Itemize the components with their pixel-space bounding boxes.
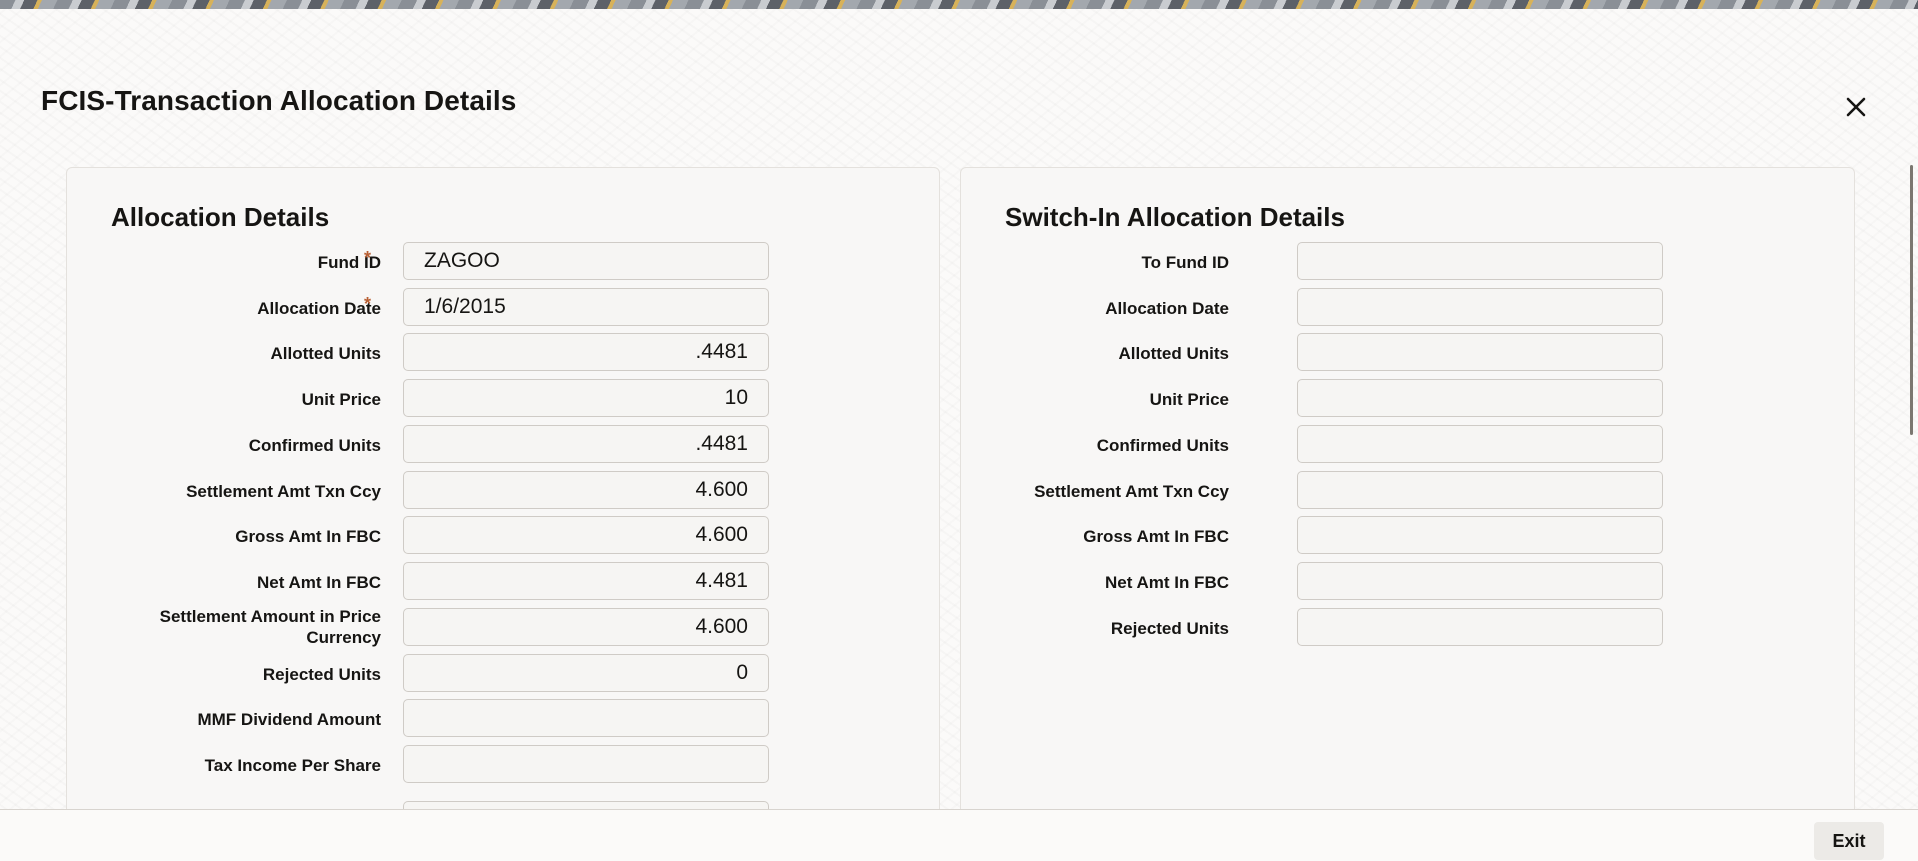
- allocation-date-field[interactable]: 1/6/2015: [403, 288, 769, 326]
- allotted-units-row: Allotted Units .4481: [67, 333, 941, 371]
- vertical-scrollbar[interactable]: [1910, 165, 1913, 435]
- fund-id-field[interactable]: ZAGOO: [403, 242, 769, 280]
- switch-unit-price-field[interactable]: [1297, 379, 1663, 417]
- settlement-amount-price-ccy-field[interactable]: 4.600: [403, 608, 769, 646]
- allocation-details-title: Allocation Details: [111, 202, 330, 232]
- settlement-amt-txn-ccy-label: Settlement Amt Txn Ccy: [186, 482, 381, 501]
- settlement-amount-price-ccy-row: Settlement Amount in Price Currency 4.60…: [67, 607, 941, 647]
- gross-amt-fbc-field[interactable]: 4.600: [403, 516, 769, 554]
- switch-allotted-units-field[interactable]: [1297, 333, 1663, 371]
- gross-amt-fbc-row: Gross Amt In FBC 4.600: [67, 516, 941, 554]
- switch-settlement-amt-txn-ccy-field[interactable]: [1297, 471, 1663, 509]
- net-amt-fbc-row: Net Amt In FBC 4.481: [67, 562, 941, 600]
- tax-income-per-share-label: Tax Income Per Share: [204, 756, 381, 775]
- switch-confirmed-units-field[interactable]: [1297, 425, 1663, 463]
- to-fund-id-field[interactable]: [1297, 242, 1663, 280]
- switch-gross-amt-fbc-row: Gross Amt In FBC: [961, 516, 1856, 554]
- unit-price-label: Unit Price: [301, 390, 381, 409]
- switch-confirmed-units-row: Confirmed Units: [961, 425, 1856, 463]
- unit-price-row: Unit Price 10: [67, 379, 941, 417]
- close-icon: [1846, 97, 1866, 117]
- required-marker: *: [364, 248, 372, 268]
- tax-income-per-share-row: Tax Income Per Share: [67, 745, 941, 783]
- switch-rejected-units-label: Rejected Units: [1110, 619, 1229, 638]
- rejected-units-label: Rejected Units: [262, 665, 381, 684]
- to-fund-id-label: To Fund ID: [1141, 253, 1230, 272]
- allotted-units-field[interactable]: .4481: [403, 333, 769, 371]
- switch-settlement-amt-txn-ccy-label: Settlement Amt Txn Ccy: [1034, 482, 1229, 501]
- required-marker: *: [364, 294, 372, 314]
- switch-allotted-units-row: Allotted Units: [961, 333, 1856, 371]
- fund-id-row: Fund ID * ZAGOO: [67, 242, 941, 280]
- switch-allotted-units-label: Allotted Units: [1118, 344, 1230, 363]
- switch-in-allocation-panel: Switch-In Allocation Details To Fund ID …: [960, 167, 1855, 817]
- allocation-details-dialog: FCIS-Transaction Allocation Details Allo…: [0, 9, 1918, 861]
- dialog-title: FCIS-Transaction Allocation Details: [41, 85, 517, 116]
- switch-allocation-date-field[interactable]: [1297, 288, 1663, 326]
- switch-allocation-date-row: Allocation Date: [961, 288, 1856, 326]
- top-banner-strip: [0, 0, 1918, 9]
- switch-unit-price-label: Unit Price: [1149, 390, 1229, 409]
- settlement-amt-txn-ccy-row: Settlement Amt Txn Ccy 4.600: [67, 471, 941, 509]
- allocation-date-label: Allocation Date: [257, 299, 381, 318]
- mmf-dividend-amount-label: MMF Dividend Amount: [197, 710, 381, 729]
- switch-confirmed-units-label: Confirmed Units: [1096, 436, 1229, 455]
- net-amt-fbc-field[interactable]: 4.481: [403, 562, 769, 600]
- allocation-details-panel: Allocation Details Fund ID * ZAGOO Alloc…: [66, 167, 940, 817]
- rejected-units-field[interactable]: 0: [403, 654, 769, 692]
- switch-net-amt-fbc-label: Net Amt In FBC: [1104, 573, 1229, 592]
- switch-allocation-date-label: Allocation Date: [1105, 299, 1229, 318]
- dialog-footer: Exit: [0, 809, 1918, 861]
- tax-income-per-share-field[interactable]: [403, 745, 769, 783]
- unit-price-field[interactable]: 10: [403, 379, 769, 417]
- switch-gross-amt-fbc-field[interactable]: [1297, 516, 1663, 554]
- switch-unit-price-row: Unit Price: [961, 379, 1856, 417]
- switch-rejected-units-row: Rejected Units: [961, 608, 1856, 646]
- switch-net-amt-fbc-field[interactable]: [1297, 562, 1663, 600]
- mmf-dividend-amount-row: MMF Dividend Amount: [67, 699, 941, 737]
- allotted-units-label: Allotted Units: [270, 344, 382, 363]
- rejected-units-row: Rejected Units 0: [67, 654, 941, 692]
- gross-amt-fbc-label: Gross Amt In FBC: [235, 527, 381, 546]
- confirmed-units-field[interactable]: .4481: [403, 425, 769, 463]
- switch-gross-amt-fbc-label: Gross Amt In FBC: [1083, 527, 1229, 546]
- switch-settlement-amt-txn-ccy-row: Settlement Amt Txn Ccy: [961, 471, 1856, 509]
- switch-net-amt-fbc-row: Net Amt In FBC: [961, 562, 1856, 600]
- net-amt-fbc-label: Net Amt In FBC: [256, 573, 381, 592]
- close-button[interactable]: [1840, 91, 1872, 123]
- mmf-dividend-amount-field[interactable]: [403, 699, 769, 737]
- settlement-amount-price-ccy-label: Settlement Amount in Price Currency: [159, 607, 381, 647]
- to-fund-id-row: To Fund ID: [961, 242, 1856, 280]
- switch-rejected-units-field[interactable]: [1297, 608, 1663, 646]
- settlement-amt-txn-ccy-field[interactable]: 4.600: [403, 471, 769, 509]
- exit-button[interactable]: Exit: [1814, 822, 1884, 860]
- confirmed-units-label: Confirmed Units: [248, 436, 381, 455]
- allocation-date-row: Allocation Date * 1/6/2015: [67, 288, 941, 326]
- switch-in-allocation-title: Switch-In Allocation Details: [1005, 202, 1345, 232]
- confirmed-units-row: Confirmed Units .4481: [67, 425, 941, 463]
- fund-id-label: Fund ID: [317, 253, 381, 272]
